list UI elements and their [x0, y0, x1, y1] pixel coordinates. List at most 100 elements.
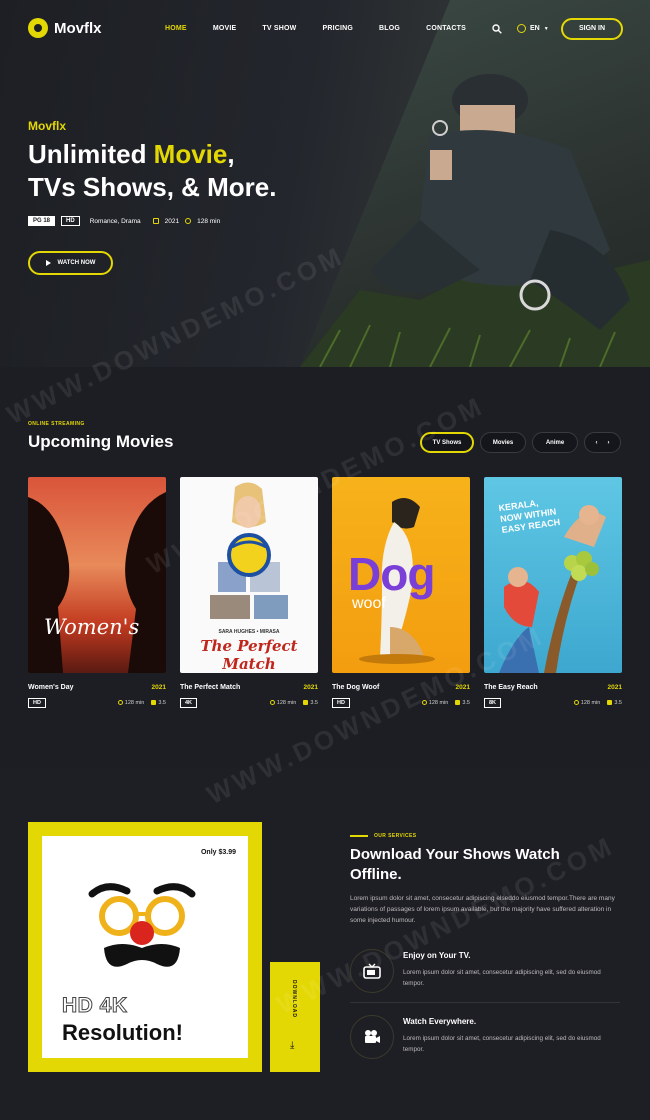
- nav-pricing[interactable]: PRICING: [322, 25, 353, 32]
- disguise-glasses-icon: [88, 883, 196, 967]
- search-icon[interactable]: [492, 24, 502, 34]
- poster-title: The Perfect Match: [200, 637, 298, 673]
- feature-item: Watch Everywhere. Lorem ipsum dolor sit …: [350, 1015, 620, 1065]
- film-reel-icon: [28, 18, 48, 38]
- tab-tv-shows[interactable]: TV Shows: [420, 432, 474, 453]
- movie-poster[interactable]: Women's: [28, 477, 166, 673]
- feature-description: Lorem ipsum dolor sit amet, consecetur a…: [403, 969, 601, 987]
- movie-year: 2021: [303, 684, 318, 691]
- promo-resolution: Resolution!: [62, 1020, 183, 1045]
- language-select[interactable]: EN ▼: [517, 24, 549, 33]
- cartoon-coconut-tree-image: [499, 505, 606, 673]
- tab-anime[interactable]: Anime: [532, 432, 578, 453]
- brand-logo[interactable]: Movflx: [28, 18, 102, 38]
- sign-in-button[interactable]: SIGN IN: [561, 18, 623, 40]
- promo-panel: Only $3.99 HD 4K Resolution!: [28, 822, 262, 1072]
- movie-title[interactable]: The Easy Reach: [484, 684, 538, 691]
- movie-rating: 3.5: [158, 700, 166, 706]
- thumbs-up-icon: [151, 700, 157, 706]
- thumbs-up-icon: [607, 700, 613, 706]
- services-description: Lorem ipsum dolor sit amet, consecetur a…: [350, 895, 615, 924]
- feature-divider: [350, 1002, 620, 1003]
- clock-icon: [269, 700, 275, 706]
- women-silhouettes: [28, 492, 166, 673]
- promo-hd4k: HD 4K: [62, 994, 128, 1018]
- calendar-icon: [152, 218, 159, 224]
- thumbs-up-icon: [455, 700, 461, 706]
- feature-description: Lorem ipsum dolor sit amet, consecetur a…: [403, 1035, 601, 1053]
- top-navbar: Movflx HOME MOVIE TV SHOW PRICING BLOG C…: [0, 0, 650, 60]
- movie-title[interactable]: The Perfect Match: [180, 684, 240, 691]
- hero-soldier-image: [300, 74, 650, 367]
- movie-duration: 128 min: [276, 700, 297, 706]
- movie-duration: 128 min: [124, 700, 145, 706]
- movie-card[interactable]: Dog woof The Dog Woof 2021 HD 128 min 3.5: [332, 477, 470, 708]
- movie-duration: 128 min: [580, 700, 601, 706]
- video-camera-icon: [350, 1015, 394, 1059]
- services-section: Only $3.99 HD 4K Resolution! DOWNLOAD ⤓ …: [0, 767, 650, 1120]
- play-icon: [45, 260, 51, 266]
- services-title: Download Your Shows Watch Offline.: [350, 846, 560, 883]
- slider-arrows: ‹ ›: [584, 432, 621, 453]
- feature-title: Enjoy on Your TV.: [403, 951, 471, 960]
- movie-duration: 128 min: [428, 700, 449, 706]
- poster-title: Women's: [44, 615, 140, 639]
- movie-year: 2021: [607, 684, 622, 691]
- upcoming-title: Upcoming Movies: [28, 432, 174, 451]
- hero-meta: PG 18 HD Romance, Drama 2021 128 min: [28, 216, 220, 226]
- brand-name: Movflx: [54, 19, 102, 37]
- genres: Romance, Drama: [89, 217, 141, 225]
- hero-title-a: Unlimited: [28, 139, 154, 169]
- chevron-down-icon: ▼: [543, 25, 549, 32]
- movie-list: Women's Women's Day 2021 HD 128 min 3.5 SA…: [28, 477, 622, 708]
- tab-movies[interactable]: Movies: [480, 432, 526, 453]
- hero-title-c: ,: [227, 139, 235, 169]
- feature-title: Watch Everywhere.: [403, 1017, 477, 1026]
- movie-rating: 3.5: [614, 700, 622, 706]
- download-label: DOWNLOAD: [291, 980, 297, 1018]
- tv-icon: [350, 949, 394, 993]
- main-nav: HOME MOVIE TV SHOW PRICING BLOG CONTACTS: [165, 25, 492, 32]
- arrow-right-icon[interactable]: ›: [608, 440, 610, 446]
- hero-kicker: Movflx: [28, 119, 67, 133]
- age-rating-badge: PG 18: [28, 216, 56, 226]
- movie-title[interactable]: The Dog Woof: [332, 684, 379, 691]
- movie-rating: 3.5: [462, 700, 470, 706]
- download-button[interactable]: DOWNLOAD ⤓: [270, 962, 320, 1072]
- quality-badge: HD: [28, 698, 46, 708]
- poster-subtitle: woof: [352, 595, 386, 612]
- nav-home[interactable]: HOME: [165, 25, 187, 32]
- clock-icon: [117, 700, 123, 706]
- clock-icon: [573, 700, 579, 706]
- hero-title-highlight: Movie: [153, 139, 228, 169]
- feature-item: Enjoy on Your TV. Lorem ipsum dolor sit …: [350, 949, 620, 999]
- download-icon: ⤓: [290, 1040, 295, 1051]
- quality-badge: HD: [61, 216, 80, 226]
- kicker-divider: [350, 835, 368, 837]
- movie-poster[interactable]: KERALA, NOW WITHIN EASY REACH: [484, 477, 622, 673]
- quality-badge: 8K: [484, 698, 502, 708]
- movie-title[interactable]: Women's Day: [28, 684, 74, 691]
- movie-poster[interactable]: Dog woof: [332, 477, 470, 673]
- movie-card[interactable]: Women's Women's Day 2021 HD 128 min 3.5: [28, 477, 166, 708]
- nav-blog[interactable]: BLOG: [379, 25, 400, 32]
- nav-movie[interactable]: MOVIE: [213, 25, 237, 32]
- poster-credits: SARA HUGHES • MIRASA: [218, 629, 280, 635]
- hero-title: Unlimited Movie, TVs Shows, & More.: [28, 138, 277, 204]
- hero-title-line2: TVs Shows, & More.: [28, 172, 277, 202]
- quality-badge: HD: [332, 698, 350, 708]
- quality-badge: 4K: [180, 698, 198, 708]
- hero-duration: 128 min: [197, 217, 221, 225]
- upcoming-section: ONLINE STREAMING Upcoming Movies TV Show…: [0, 367, 650, 767]
- promo-card: Only $3.99 HD 4K Resolution!: [42, 836, 248, 1058]
- movie-card[interactable]: SARA HUGHES • MIRASA The Perfect Match T…: [180, 477, 318, 708]
- movie-card[interactable]: KERALA, NOW WITHIN EASY REACH The Easy R…: [484, 477, 622, 708]
- poster-title: Dog: [348, 548, 435, 600]
- watch-now-button[interactable]: WATCH NOW: [28, 251, 113, 275]
- movie-rating: 3.5: [310, 700, 318, 706]
- nav-contacts[interactable]: CONTACTS: [426, 25, 466, 32]
- thumbs-up-icon: [303, 700, 309, 706]
- nav-tv-show[interactable]: TV SHOW: [262, 25, 296, 32]
- movie-poster[interactable]: SARA HUGHES • MIRASA The Perfect Match: [180, 477, 318, 673]
- arrow-left-icon[interactable]: ‹: [596, 440, 598, 446]
